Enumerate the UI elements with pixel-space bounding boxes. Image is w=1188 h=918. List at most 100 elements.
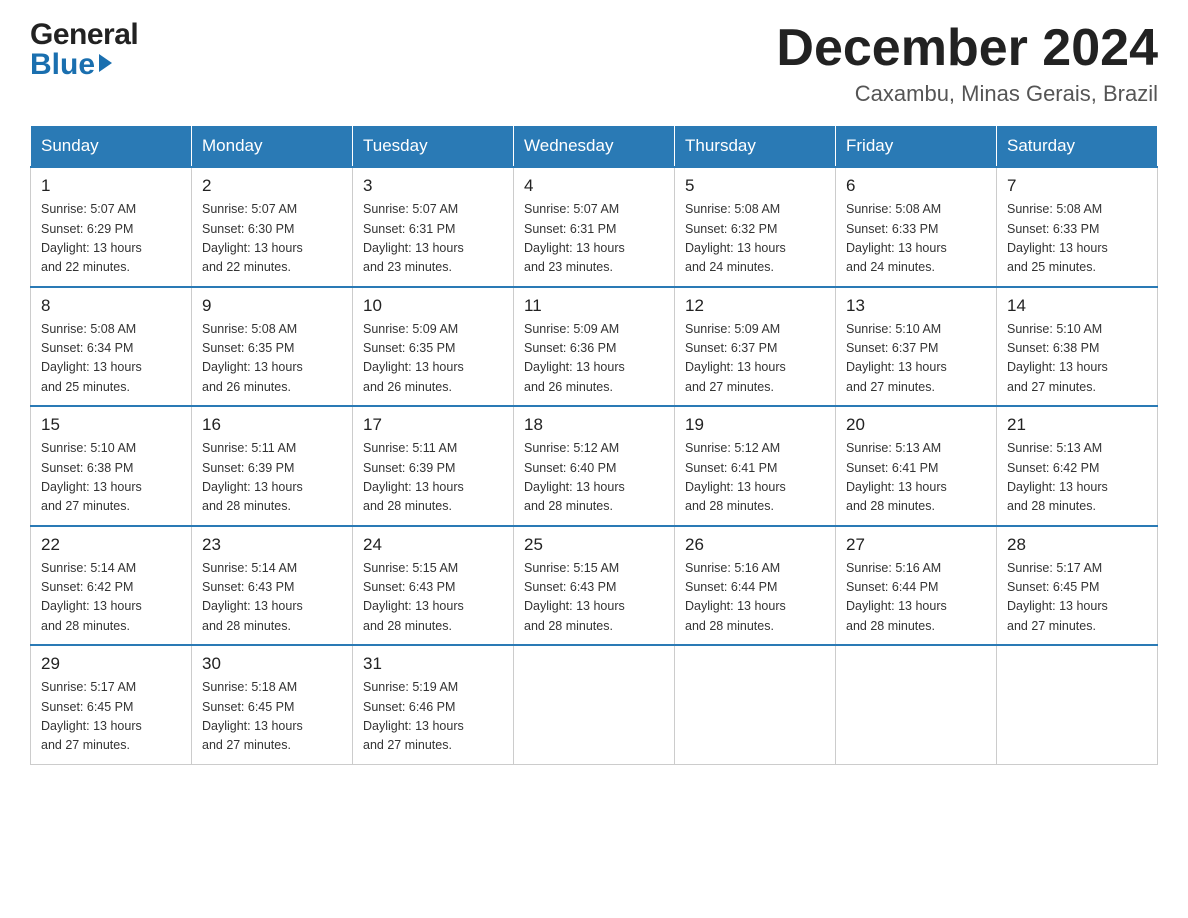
calendar-cell: 18 Sunrise: 5:12 AMSunset: 6:40 PMDaylig…: [514, 406, 675, 526]
day-number: 13: [846, 296, 986, 316]
day-info: Sunrise: 5:10 AMSunset: 6:38 PMDaylight:…: [1007, 322, 1108, 394]
day-info: Sunrise: 5:11 AMSunset: 6:39 PMDaylight:…: [202, 441, 303, 513]
day-number: 17: [363, 415, 503, 435]
day-number: 2: [202, 176, 342, 196]
day-info: Sunrise: 5:09 AMSunset: 6:35 PMDaylight:…: [363, 322, 464, 394]
day-info: Sunrise: 5:09 AMSunset: 6:36 PMDaylight:…: [524, 322, 625, 394]
page-header: General Blue December 2024 Caxambu, Mina…: [30, 20, 1158, 107]
calendar-week-row: 1 Sunrise: 5:07 AMSunset: 6:29 PMDayligh…: [31, 167, 1158, 287]
calendar-cell: 24 Sunrise: 5:15 AMSunset: 6:43 PMDaylig…: [353, 526, 514, 646]
day-number: 27: [846, 535, 986, 555]
location-subtitle: Caxambu, Minas Gerais, Brazil: [776, 81, 1158, 107]
day-info: Sunrise: 5:17 AMSunset: 6:45 PMDaylight:…: [1007, 561, 1108, 633]
calendar-cell: 6 Sunrise: 5:08 AMSunset: 6:33 PMDayligh…: [836, 167, 997, 287]
calendar-cell: 9 Sunrise: 5:08 AMSunset: 6:35 PMDayligh…: [192, 287, 353, 407]
day-number: 22: [41, 535, 181, 555]
calendar-cell: 3 Sunrise: 5:07 AMSunset: 6:31 PMDayligh…: [353, 167, 514, 287]
day-number: 16: [202, 415, 342, 435]
day-info: Sunrise: 5:16 AMSunset: 6:44 PMDaylight:…: [685, 561, 786, 633]
calendar-week-row: 29 Sunrise: 5:17 AMSunset: 6:45 PMDaylig…: [31, 645, 1158, 764]
day-info: Sunrise: 5:08 AMSunset: 6:33 PMDaylight:…: [1007, 202, 1108, 274]
logo-arrow-icon: [99, 54, 112, 72]
day-info: Sunrise: 5:14 AMSunset: 6:43 PMDaylight:…: [202, 561, 303, 633]
day-info: Sunrise: 5:12 AMSunset: 6:41 PMDaylight:…: [685, 441, 786, 513]
calendar-cell: [514, 645, 675, 764]
calendar-cell: 27 Sunrise: 5:16 AMSunset: 6:44 PMDaylig…: [836, 526, 997, 646]
month-title: December 2024: [776, 20, 1158, 77]
day-number: 31: [363, 654, 503, 674]
day-number: 3: [363, 176, 503, 196]
logo-general-text: General: [30, 20, 138, 50]
day-info: Sunrise: 5:13 AMSunset: 6:41 PMDaylight:…: [846, 441, 947, 513]
day-info: Sunrise: 5:18 AMSunset: 6:45 PMDaylight:…: [202, 680, 303, 752]
calendar-table: SundayMondayTuesdayWednesdayThursdayFrid…: [30, 125, 1158, 765]
calendar-cell: [675, 645, 836, 764]
day-number: 26: [685, 535, 825, 555]
calendar-cell: 8 Sunrise: 5:08 AMSunset: 6:34 PMDayligh…: [31, 287, 192, 407]
day-number: 29: [41, 654, 181, 674]
day-number: 25: [524, 535, 664, 555]
day-info: Sunrise: 5:12 AMSunset: 6:40 PMDaylight:…: [524, 441, 625, 513]
calendar-cell: [836, 645, 997, 764]
calendar-cell: 12 Sunrise: 5:09 AMSunset: 6:37 PMDaylig…: [675, 287, 836, 407]
calendar-cell: 1 Sunrise: 5:07 AMSunset: 6:29 PMDayligh…: [31, 167, 192, 287]
title-block: December 2024 Caxambu, Minas Gerais, Bra…: [776, 20, 1158, 107]
day-number: 20: [846, 415, 986, 435]
day-info: Sunrise: 5:07 AMSunset: 6:30 PMDaylight:…: [202, 202, 303, 274]
day-number: 9: [202, 296, 342, 316]
day-number: 10: [363, 296, 503, 316]
calendar-cell: 14 Sunrise: 5:10 AMSunset: 6:38 PMDaylig…: [997, 287, 1158, 407]
calendar-header-row: SundayMondayTuesdayWednesdayThursdayFrid…: [31, 126, 1158, 168]
header-wednesday: Wednesday: [514, 126, 675, 168]
calendar-cell: 30 Sunrise: 5:18 AMSunset: 6:45 PMDaylig…: [192, 645, 353, 764]
calendar-cell: 5 Sunrise: 5:08 AMSunset: 6:32 PMDayligh…: [675, 167, 836, 287]
day-number: 11: [524, 296, 664, 316]
day-number: 15: [41, 415, 181, 435]
day-number: 7: [1007, 176, 1147, 196]
day-number: 4: [524, 176, 664, 196]
day-number: 21: [1007, 415, 1147, 435]
day-info: Sunrise: 5:10 AMSunset: 6:37 PMDaylight:…: [846, 322, 947, 394]
calendar-week-row: 22 Sunrise: 5:14 AMSunset: 6:42 PMDaylig…: [31, 526, 1158, 646]
day-number: 18: [524, 415, 664, 435]
calendar-cell: 23 Sunrise: 5:14 AMSunset: 6:43 PMDaylig…: [192, 526, 353, 646]
calendar-cell: 25 Sunrise: 5:15 AMSunset: 6:43 PMDaylig…: [514, 526, 675, 646]
calendar-cell: 15 Sunrise: 5:10 AMSunset: 6:38 PMDaylig…: [31, 406, 192, 526]
day-info: Sunrise: 5:16 AMSunset: 6:44 PMDaylight:…: [846, 561, 947, 633]
logo: General Blue: [30, 20, 138, 80]
header-monday: Monday: [192, 126, 353, 168]
calendar-week-row: 15 Sunrise: 5:10 AMSunset: 6:38 PMDaylig…: [31, 406, 1158, 526]
calendar-cell: 7 Sunrise: 5:08 AMSunset: 6:33 PMDayligh…: [997, 167, 1158, 287]
day-info: Sunrise: 5:07 AMSunset: 6:31 PMDaylight:…: [524, 202, 625, 274]
day-number: 1: [41, 176, 181, 196]
day-info: Sunrise: 5:14 AMSunset: 6:42 PMDaylight:…: [41, 561, 142, 633]
day-info: Sunrise: 5:08 AMSunset: 6:32 PMDaylight:…: [685, 202, 786, 274]
day-number: 6: [846, 176, 986, 196]
day-number: 23: [202, 535, 342, 555]
day-info: Sunrise: 5:07 AMSunset: 6:31 PMDaylight:…: [363, 202, 464, 274]
calendar-cell: 22 Sunrise: 5:14 AMSunset: 6:42 PMDaylig…: [31, 526, 192, 646]
day-info: Sunrise: 5:15 AMSunset: 6:43 PMDaylight:…: [363, 561, 464, 633]
header-friday: Friday: [836, 126, 997, 168]
day-info: Sunrise: 5:07 AMSunset: 6:29 PMDaylight:…: [41, 202, 142, 274]
day-number: 14: [1007, 296, 1147, 316]
day-number: 5: [685, 176, 825, 196]
calendar-cell: 28 Sunrise: 5:17 AMSunset: 6:45 PMDaylig…: [997, 526, 1158, 646]
calendar-cell: 17 Sunrise: 5:11 AMSunset: 6:39 PMDaylig…: [353, 406, 514, 526]
day-info: Sunrise: 5:10 AMSunset: 6:38 PMDaylight:…: [41, 441, 142, 513]
calendar-cell: 31 Sunrise: 5:19 AMSunset: 6:46 PMDaylig…: [353, 645, 514, 764]
day-info: Sunrise: 5:13 AMSunset: 6:42 PMDaylight:…: [1007, 441, 1108, 513]
calendar-week-row: 8 Sunrise: 5:08 AMSunset: 6:34 PMDayligh…: [31, 287, 1158, 407]
day-number: 19: [685, 415, 825, 435]
logo-blue-text: Blue: [30, 50, 95, 80]
calendar-cell: 26 Sunrise: 5:16 AMSunset: 6:44 PMDaylig…: [675, 526, 836, 646]
header-thursday: Thursday: [675, 126, 836, 168]
calendar-cell: 4 Sunrise: 5:07 AMSunset: 6:31 PMDayligh…: [514, 167, 675, 287]
calendar-cell: 20 Sunrise: 5:13 AMSunset: 6:41 PMDaylig…: [836, 406, 997, 526]
calendar-cell: 13 Sunrise: 5:10 AMSunset: 6:37 PMDaylig…: [836, 287, 997, 407]
header-saturday: Saturday: [997, 126, 1158, 168]
day-number: 12: [685, 296, 825, 316]
calendar-cell: 10 Sunrise: 5:09 AMSunset: 6:35 PMDaylig…: [353, 287, 514, 407]
calendar-cell: 19 Sunrise: 5:12 AMSunset: 6:41 PMDaylig…: [675, 406, 836, 526]
header-sunday: Sunday: [31, 126, 192, 168]
